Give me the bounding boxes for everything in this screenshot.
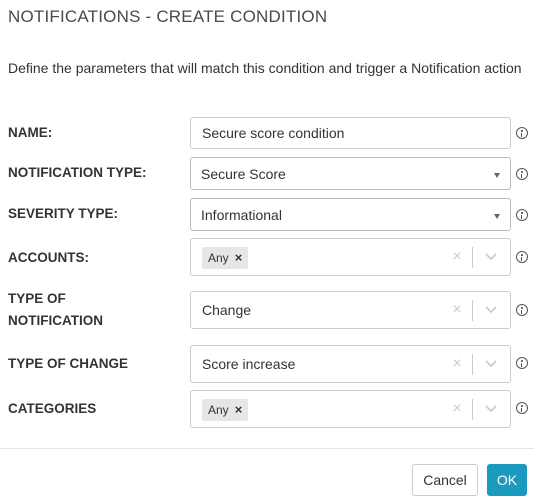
notification-type-info-icon[interactable] [516,168,528,180]
categories-info-icon[interactable] [516,402,528,414]
accounts-info-icon[interactable] [516,251,528,263]
separator [472,354,473,375]
chevron-down-icon[interactable] [484,356,498,370]
name-label: NAME: [8,125,53,140]
name-input[interactable]: Secure score condition [190,117,511,149]
separator [472,247,473,268]
accounts-label: ACCOUNTS: [8,250,89,265]
chevron-down-icon[interactable] [484,249,498,263]
separator [472,300,473,321]
chevron-down-icon[interactable] [484,302,498,316]
dialog-title: NOTIFICATIONS - CREATE CONDITION [8,7,328,26]
severity-type-label: SEVERITY TYPE: [8,206,119,221]
categories-multiselect[interactable]: Any × × [190,390,511,428]
type-of-change-label: TYPE OF CHANGE [8,356,129,371]
type-of-notification-info-icon[interactable] [516,304,528,316]
chevron-down-icon[interactable] [484,401,498,415]
type-of-notification-label-line1: TYPE OF [8,291,66,306]
type-of-change-select[interactable]: Score increase × [190,345,511,383]
categories-label: CATEGORIES [8,401,97,416]
dialog-description: Define the parameters that will match th… [8,60,522,76]
name-info-icon[interactable] [516,127,528,139]
clear-icon[interactable]: × [451,400,463,418]
severity-type-select[interactable]: Informational [190,198,511,231]
clear-icon[interactable]: × [451,355,463,373]
type-of-change-value: Score increase [202,356,296,372]
accounts-tag-label: Any [208,251,229,265]
categories-tag-label: Any [208,403,229,417]
caret-down-icon [494,173,500,178]
type-of-notification-label-line2: NOTIFICATION [8,313,103,328]
footer-divider [0,448,534,449]
categories-tag-any: Any × [202,399,249,421]
type-of-change-info-icon[interactable] [516,357,528,369]
type-of-notification-value: Change [202,302,252,318]
notification-type-select[interactable]: Secure Score [190,157,511,190]
clear-icon[interactable]: × [451,301,463,319]
accounts-tag-any: Any × [202,247,249,269]
severity-type-info-icon[interactable] [516,209,528,221]
separator [472,399,473,420]
tag-remove-icon[interactable]: × [235,399,243,421]
name-input-value: Secure score condition [202,125,345,141]
notification-type-label: NOTIFICATION TYPE: [8,165,147,180]
tag-remove-icon[interactable]: × [235,247,243,269]
notification-type-value: Secure Score [201,166,286,182]
ok-button[interactable]: OK [487,464,527,496]
caret-down-icon [494,214,500,219]
cancel-button[interactable]: Cancel [412,464,478,496]
severity-type-value: Informational [201,207,282,223]
accounts-multiselect[interactable]: Any × × [190,238,511,276]
type-of-notification-select[interactable]: Change × [190,291,511,329]
clear-icon[interactable]: × [451,248,463,266]
type-of-notification-label: TYPE OF NOTIFICATION [8,288,103,332]
